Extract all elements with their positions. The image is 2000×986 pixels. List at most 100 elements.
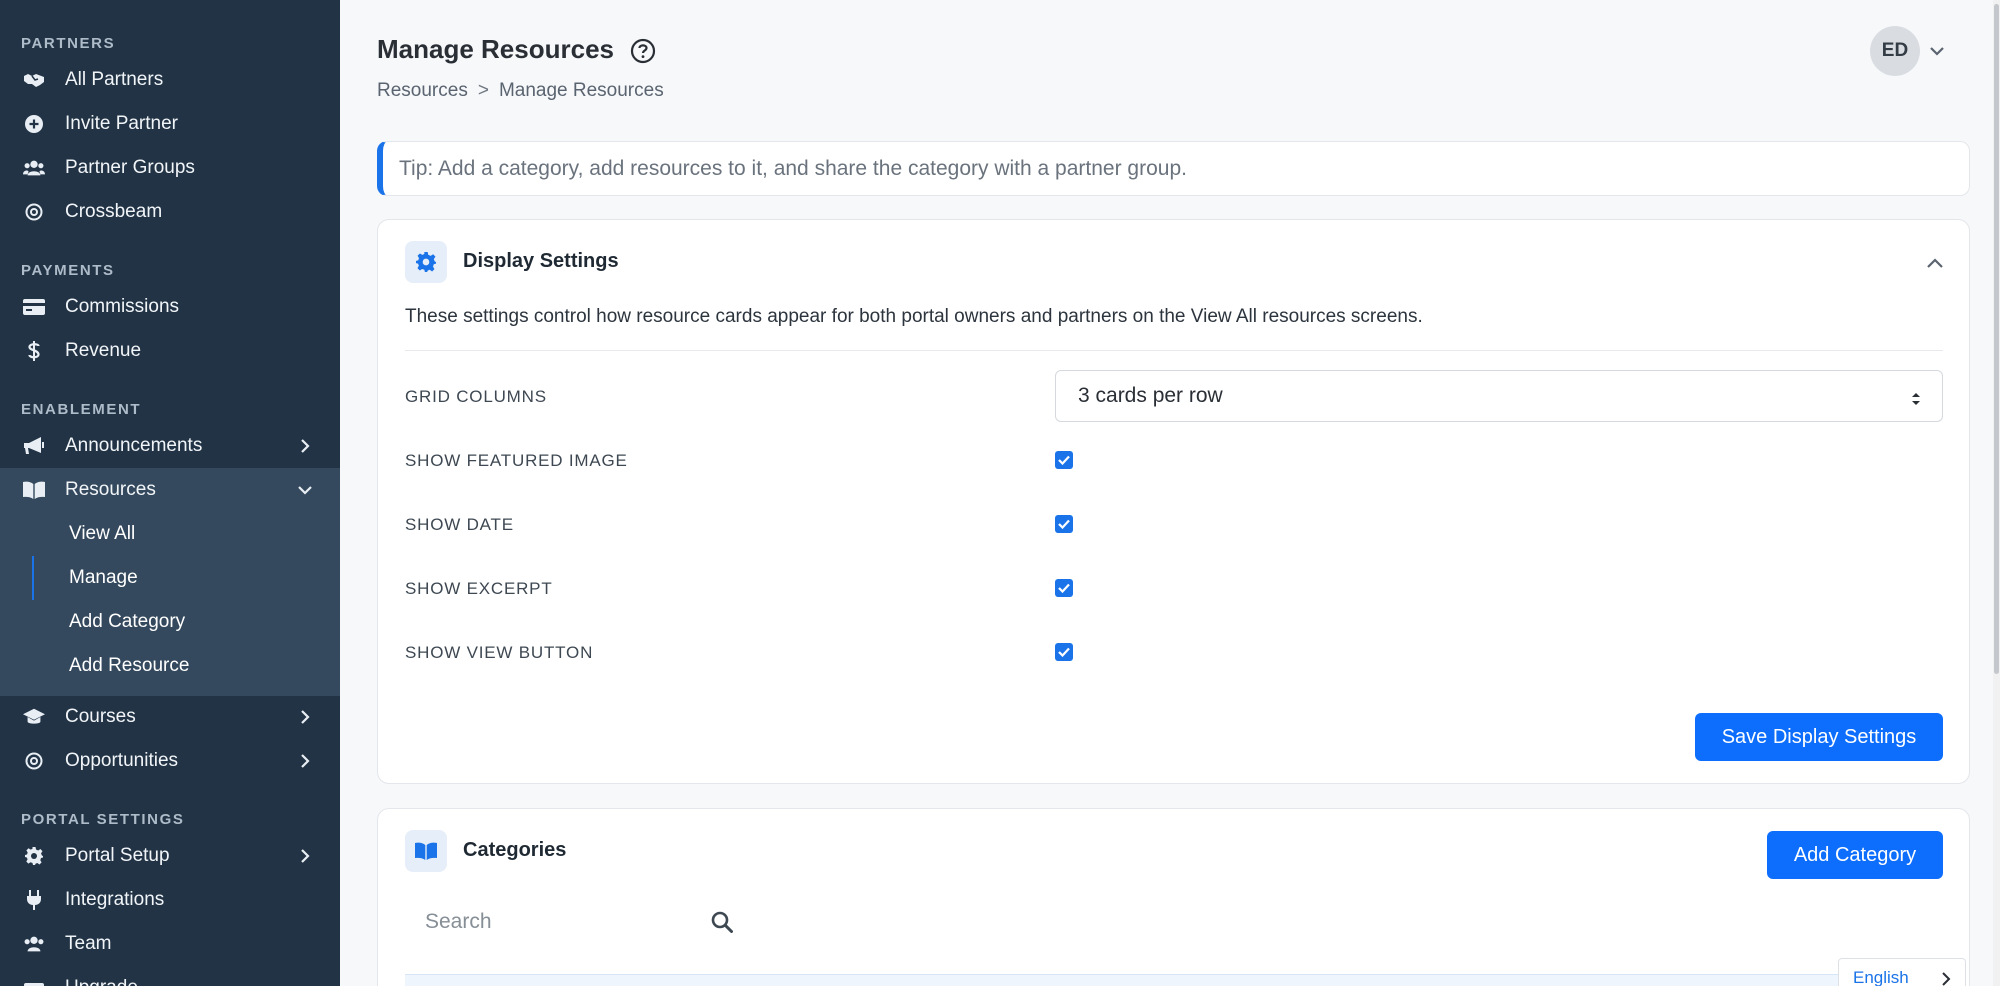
divider (405, 350, 1943, 351)
sidebar-item-label: Courses (65, 706, 136, 727)
sidebar-item-label: Resources (65, 479, 156, 500)
categories-card: Categories Add Category (377, 808, 1970, 986)
sidebar-subitem-add-resource[interactable]: Add Resource (0, 644, 340, 688)
show-excerpt-label: SHOW EXCERPT (405, 579, 553, 598)
upgrade-icon (23, 978, 45, 986)
breadcrumb-separator: > (477, 80, 489, 101)
sidebar-item-revenue[interactable]: Revenue (0, 329, 340, 373)
sidebar-item-resources[interactable]: Resources (0, 468, 340, 512)
book-open-icon (405, 830, 447, 872)
page-title: Manage Resources (377, 34, 614, 64)
sidebar-item-portal-setup[interactable]: Portal Setup (0, 834, 340, 878)
chevron-right-icon (297, 848, 313, 864)
page-scrollbar[interactable] (1993, 0, 2000, 986)
sidebar-item-crossbeam[interactable]: Crossbeam (0, 190, 340, 234)
chevron-up-icon[interactable] (1925, 254, 1945, 274)
section-label-partners: PARTNERS (21, 35, 116, 52)
sidebar-item-all-partners[interactable]: All Partners (0, 58, 340, 102)
megaphone-icon (23, 436, 45, 456)
display-settings-description: These settings control how resource card… (405, 306, 1423, 327)
grid-columns-value: 3 cards per row (1078, 384, 1223, 407)
display-settings-card: Display Settings These settings control … (377, 219, 1970, 784)
categories-title: Categories (463, 839, 567, 861)
categories-table-header (405, 974, 1943, 986)
sidebar-subitem-view-all[interactable]: View All (0, 512, 340, 556)
sidebar-item-team[interactable]: Team (0, 922, 340, 966)
chevron-right-icon (1939, 971, 1953, 986)
gear-icon (23, 846, 45, 866)
sidebar-item-label: Commissions (65, 296, 180, 317)
credit-card-icon (23, 297, 45, 317)
avatar[interactable]: ED (1870, 26, 1920, 76)
users-icon (23, 158, 45, 178)
show-featured-image-label: SHOW FEATURED IMAGE (405, 451, 628, 470)
users-icon (23, 934, 45, 954)
dollar-icon (23, 341, 45, 361)
sidebar-item-courses[interactable]: Courses (0, 695, 340, 739)
search-input[interactable] (405, 899, 705, 945)
save-display-settings-button[interactable]: Save Display Settings (1695, 713, 1943, 761)
sidebar-subitem-label: View All (69, 523, 136, 544)
sidebar-item-label: Portal Setup (65, 845, 170, 866)
sidebar-subitem-add-category[interactable]: Add Category (0, 600, 340, 644)
grid-columns-label: GRID COLUMNS (405, 387, 547, 406)
display-settings-title: Display Settings (463, 250, 619, 272)
sidebar-item-label: Invite Partner (65, 113, 178, 134)
sidebar-item-label: Integrations (65, 889, 165, 910)
section-label-payments: PAYMENTS (21, 262, 115, 279)
breadcrumb-current: Manage Resources (498, 80, 664, 101)
sidebar-item-partner-groups[interactable]: Partner Groups (0, 146, 340, 190)
sidebar-item-label: All Partners (65, 69, 164, 90)
sidebar-item-label: Upgrade (65, 977, 138, 986)
gear-icon (405, 241, 447, 283)
sidebar-subitem-label: Add Resource (69, 655, 190, 676)
show-view-button-checkbox[interactable] (1055, 643, 1073, 661)
help-icon[interactable] (630, 38, 656, 64)
target-icon (23, 751, 45, 771)
sidebar-subitem-manage[interactable]: Manage (0, 556, 340, 600)
sidebar-item-label: Announcements (65, 435, 203, 456)
show-excerpt-checkbox[interactable] (1055, 579, 1073, 597)
language-label: English (1853, 968, 1909, 986)
handshake-icon (23, 70, 45, 90)
book-open-icon (23, 480, 45, 500)
chevron-down-icon[interactable] (1928, 42, 1946, 60)
language-switcher[interactable]: English (1838, 958, 1966, 986)
select-arrows-icon (1910, 389, 1922, 405)
chevron-right-icon (297, 438, 313, 454)
target-icon (23, 202, 45, 222)
grid-columns-select[interactable]: 3 cards per row (1055, 370, 1943, 422)
sidebar-subitem-label: Add Category (69, 611, 186, 632)
chevron-down-icon (297, 482, 313, 498)
show-view-button-label: SHOW VIEW BUTTON (405, 643, 594, 662)
resources-group: Resources View All Manage Add Category A… (0, 468, 340, 696)
sidebar-item-upgrade[interactable]: Upgrade (0, 966, 340, 986)
add-category-button[interactable]: Add Category (1767, 831, 1943, 879)
sidebar-item-label: Partner Groups (65, 157, 195, 178)
tip-banner: Tip: Add a category, add resources to it… (377, 141, 1970, 196)
section-label-portal-settings: PORTAL SETTINGS (21, 811, 185, 828)
sidebar-item-announcements[interactable]: Announcements (0, 424, 340, 468)
sidebar-item-commissions[interactable]: Commissions (0, 285, 340, 329)
sidebar-item-integrations[interactable]: Integrations (0, 878, 340, 922)
sidebar-item-invite-partner[interactable]: Invite Partner (0, 102, 340, 146)
show-date-label: SHOW DATE (405, 515, 514, 534)
section-label-enablement: ENABLEMENT (21, 401, 142, 418)
breadcrumb-link-resources[interactable]: Resources (377, 80, 468, 101)
chevron-right-icon (297, 709, 313, 725)
plug-icon (23, 890, 45, 910)
sidebar-item-label: Team (65, 933, 112, 954)
category-search (405, 899, 745, 945)
breadcrumb: Resources > Manage Resources (377, 80, 664, 102)
sidebar-item-label: Opportunities (65, 750, 179, 771)
chevron-right-icon (297, 753, 313, 769)
sidebar-item-label: Crossbeam (65, 201, 163, 222)
plus-circle-icon (23, 114, 45, 134)
sidebar-item-label: Revenue (65, 340, 142, 361)
sidebar-subitem-label: Manage (69, 567, 138, 588)
sidebar-item-opportunities[interactable]: Opportunities (0, 739, 340, 783)
show-date-checkbox[interactable] (1055, 515, 1073, 533)
search-icon[interactable] (711, 911, 733, 933)
scrollbar-thumb[interactable] (1994, 4, 1999, 674)
show-featured-image-checkbox[interactable] (1055, 451, 1073, 469)
